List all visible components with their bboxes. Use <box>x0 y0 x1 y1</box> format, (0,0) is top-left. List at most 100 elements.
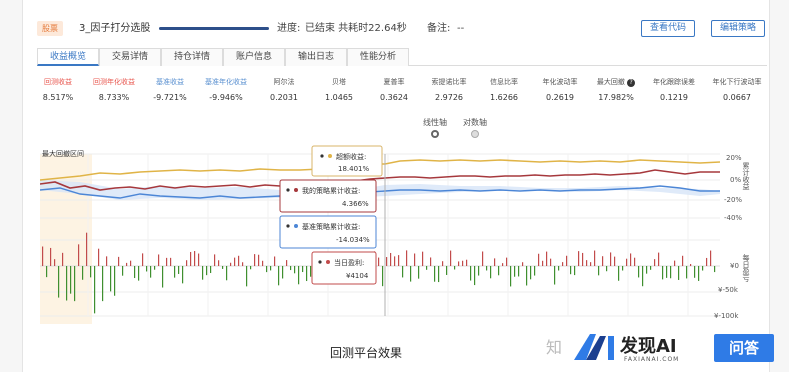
metric-label: 基准收益 <box>156 78 184 86</box>
metric-max-drawdown: 最大回撤 ? 17.982% <box>587 77 645 105</box>
pnl-bar <box>90 266 92 278</box>
bullet-icon <box>286 188 290 192</box>
pnl-bar <box>534 266 536 276</box>
tooltip-benchmark: 基准策略累计收益: -14.034% <box>279 215 377 249</box>
pnl-bar <box>234 257 236 266</box>
view-code-button[interactable]: 查看代码 <box>641 20 696 37</box>
pnl-bar <box>50 247 52 266</box>
brand-domain: FAXIANAI.COM <box>624 356 680 363</box>
pnl-bar <box>130 260 132 266</box>
tab-output-log[interactable]: 输出日志 <box>285 48 347 66</box>
pnl-bar <box>542 260 544 266</box>
note-label: 备注: <box>427 23 451 34</box>
pnl-bar <box>214 254 216 266</box>
pnl-bar <box>578 251 580 266</box>
metric-label: 索提诺比率 <box>431 78 467 86</box>
pnl-bar <box>94 266 96 314</box>
pnl-bar <box>558 266 560 271</box>
pnl-bar <box>446 266 448 275</box>
metric-value: 0.2031 <box>270 93 298 102</box>
site-watermark: 知 发现AI FAXIANAI.COM 问答 <box>540 330 780 366</box>
tab-bar: 收益概览 交易详情 持仓详情 账户信息 输出日志 性能分析 <box>37 48 767 66</box>
pnl-bar <box>62 252 64 266</box>
pnl-bar <box>490 266 492 279</box>
pnl-bar <box>518 266 520 277</box>
pnl-bar <box>274 256 276 266</box>
pnl-bar <box>186 260 188 266</box>
pnl-bar <box>254 254 256 266</box>
pnl-bar <box>522 262 524 266</box>
returns-chart[interactable]: 最大回撤区间 20% 0% -20% -40% ¥0 ¥-50k ¥-100k … <box>40 144 750 324</box>
pnl-bar <box>290 266 292 271</box>
metric-beta: 贝塔 1.0465 <box>310 77 368 105</box>
pnl-bar <box>666 266 668 278</box>
series-dot-icon <box>294 188 298 192</box>
zhihu-watermark: 知 <box>546 338 563 357</box>
tab-performance[interactable]: 性能分析 <box>347 48 409 66</box>
pnl-bar <box>298 266 300 285</box>
series-dot-icon <box>294 224 298 228</box>
pnl-bar <box>218 260 220 266</box>
tooltip-daily-pnl: 当日盈利: ¥4104 <box>311 251 377 285</box>
benchmark-band <box>40 180 720 200</box>
y-tick-label: ¥0 <box>730 262 739 270</box>
edit-strategy-button[interactable]: 编辑策略 <box>711 20 766 37</box>
pnl-bar <box>546 251 548 266</box>
tab-position-details[interactable]: 持仓详情 <box>161 48 223 66</box>
daily-pnl-axis-title: 每日盈亏 <box>742 253 750 283</box>
metric-label: 年化下行波动率 <box>712 78 762 86</box>
pnl-bar <box>98 248 100 266</box>
pnl-bar <box>634 257 636 266</box>
pnl-bar <box>422 251 424 266</box>
pnl-bar <box>690 263 692 266</box>
pnl-bar <box>82 266 84 280</box>
pnl-bar <box>210 266 212 274</box>
metric-value: 8.517% <box>42 93 74 102</box>
tab-returns-overview[interactable]: 收益概览 <box>37 48 99 66</box>
pnl-bar <box>650 266 652 270</box>
y-tick-label: -40% <box>724 214 742 222</box>
metric-value: 2.9726 <box>435 93 463 102</box>
metric-label: 阿尔法 <box>273 78 295 86</box>
help-icon[interactable]: ? <box>627 79 636 87</box>
pnl-bar <box>258 254 260 266</box>
linear-axis-option[interactable]: 线性轴 <box>415 117 455 138</box>
pnl-bar <box>590 262 592 266</box>
pnl-bar <box>394 256 396 266</box>
pnl-bar <box>222 266 224 269</box>
pnl-bar <box>502 263 504 266</box>
pnl-bar <box>442 261 444 266</box>
pnl-bar <box>658 252 660 266</box>
pnl-bar <box>178 266 180 274</box>
metric-information-ratio: 信息比率 1.6266 <box>475 77 533 105</box>
pnl-bar <box>638 266 640 278</box>
pnl-bar <box>554 266 556 285</box>
progress-bar <box>159 27 269 30</box>
pnl-bar <box>458 261 460 266</box>
pnl-bar <box>242 262 244 266</box>
pnl-bar <box>714 266 716 273</box>
tooltip-label: 超额收益: <box>336 152 366 161</box>
pnl-bar <box>302 266 304 273</box>
pnl-bar <box>614 256 616 266</box>
metric-sharpe: 夏普率 0.3624 <box>365 77 423 105</box>
pnl-bar <box>602 256 604 266</box>
pnl-bar <box>654 259 656 266</box>
pnl-bar <box>530 266 532 280</box>
series-dot-icon <box>326 260 330 264</box>
pnl-bar <box>246 266 248 287</box>
pnl-bar <box>678 266 680 280</box>
pnl-bar <box>482 251 484 266</box>
metric-label: 基准年化收益 <box>205 78 247 86</box>
pnl-bar <box>550 258 552 266</box>
log-axis-option[interactable]: 对数轴 <box>455 117 495 138</box>
pnl-bar <box>414 253 416 266</box>
tab-trade-details[interactable]: 交易详情 <box>99 48 161 66</box>
metric-value: -9.946% <box>209 93 243 102</box>
pnl-bar <box>570 266 572 275</box>
tab-account-info[interactable]: 账户信息 <box>223 48 285 66</box>
pnl-bar <box>478 266 480 276</box>
pnl-bar <box>510 266 512 287</box>
pnl-bar <box>710 250 712 266</box>
metrics-row: 回测收益 8.517% 回测年化收益 8.733% 基准收益 -9.721% 基… <box>37 77 769 105</box>
